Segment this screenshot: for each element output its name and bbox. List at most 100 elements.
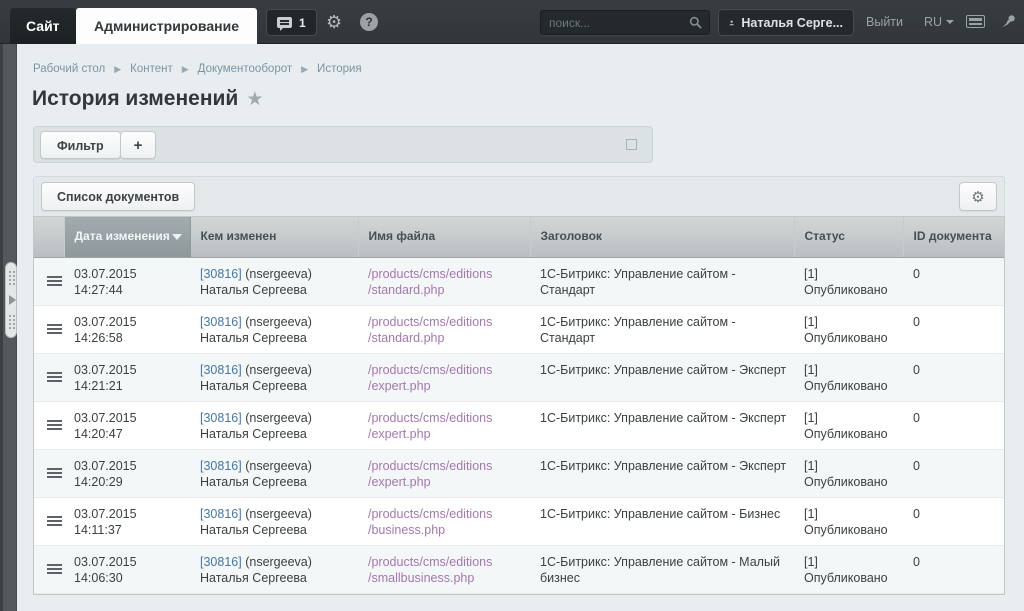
- user-id-link[interactable]: [30816]: [200, 315, 242, 329]
- help-icon[interactable]: [360, 13, 378, 31]
- settings-gear-icon[interactable]: [326, 13, 344, 31]
- sidebar-expand-handle[interactable]: [5, 262, 17, 338]
- title-cell: 1С-Битрикс: Управление сайтом - Эксперт: [530, 353, 794, 401]
- breadcrumb-history[interactable]: История: [317, 63, 362, 75]
- row-menu-cell: [34, 449, 64, 497]
- table-body: 03.07.201514:27:44 [30816] (nsergeeva) Н…: [34, 257, 1004, 593]
- hotkeys-icon[interactable]: [966, 15, 985, 28]
- row-menu-cell: [34, 497, 64, 545]
- notification-bubble-icon: [277, 17, 292, 28]
- logout-link[interactable]: Выйти: [866, 15, 903, 29]
- doc-id-cell: 0: [903, 257, 1004, 305]
- row-menu-cell: [34, 353, 64, 401]
- status-cell: [1] Опубликовано: [794, 449, 903, 497]
- doc-id-cell: 0: [903, 449, 1004, 497]
- page-title: История изменений: [32, 87, 263, 111]
- status-cell: [1] Опубликовано: [794, 305, 903, 353]
- filter-button[interactable]: Фильтр: [40, 131, 121, 159]
- row-actions-menu-icon[interactable]: [47, 516, 62, 518]
- file-link[interactable]: /products/cms/editions/business.php: [368, 506, 524, 539]
- breadcrumb-separator-icon: ▶: [182, 64, 189, 74]
- row-actions-menu-icon[interactable]: [47, 324, 62, 326]
- row-menu-cell: [34, 545, 64, 593]
- filter-bar: Фильтр +: [33, 126, 653, 163]
- user-cell: [30816] (nsergeeva) Наталья Сергеева: [190, 497, 358, 545]
- header-date-sorted[interactable]: Дата изменения: [64, 217, 190, 257]
- notification-count: 1: [299, 16, 306, 30]
- date-cell: 03.07.201514:26:58: [64, 305, 190, 353]
- file-cell: /products/cms/editions/standard.php: [358, 305, 530, 353]
- breadcrumb-separator-icon: ▶: [301, 64, 308, 74]
- pin-icon[interactable]: [1001, 13, 1017, 34]
- title-cell: 1С-Битрикс: Управление сайтом - Эксперт: [530, 449, 794, 497]
- user-cell: [30816] (nsergeeva) Наталья Сергеева: [190, 401, 358, 449]
- file-link[interactable]: /products/cms/editions/expert.php: [368, 410, 524, 443]
- breadcrumb-desktop[interactable]: Рабочий стол: [33, 63, 105, 75]
- search-box: [540, 10, 710, 35]
- breadcrumb-content[interactable]: Контент: [130, 63, 173, 75]
- file-link[interactable]: /products/cms/editions/standard.php: [368, 314, 524, 347]
- user-cell: [30816] (nsergeeva) Наталья Сергеева: [190, 305, 358, 353]
- row-menu-cell: [34, 401, 64, 449]
- title-cell: 1С-Битрикс: Управление сайтом - Малый би…: [530, 545, 794, 593]
- table-row: 03.07.201514:11:37 [30816] (nsergeeva) Н…: [34, 497, 1004, 545]
- user-id-link[interactable]: [30816]: [200, 555, 242, 569]
- file-link[interactable]: /products/cms/editions/smallbusiness.php: [368, 554, 524, 587]
- header-menu-column: [34, 217, 64, 257]
- status-cell: [1] Опубликовано: [794, 257, 903, 305]
- user-id-link[interactable]: [30816]: [200, 507, 242, 521]
- list-toolbar: Список документов: [33, 176, 1005, 216]
- status-cell: [1] Опубликовано: [794, 401, 903, 449]
- header-doc-id[interactable]: ID документа: [903, 217, 1004, 257]
- add-filter-button[interactable]: +: [120, 131, 156, 159]
- collapsed-sidebar-rail[interactable]: [0, 44, 17, 611]
- file-link[interactable]: /products/cms/editions/standard.php: [368, 266, 524, 299]
- file-link[interactable]: /products/cms/editions/expert.php: [368, 458, 524, 491]
- favorite-star-icon[interactable]: [246, 89, 263, 110]
- grid-settings-button[interactable]: [959, 182, 997, 211]
- file-cell: /products/cms/editions/expert.php: [358, 353, 530, 401]
- title-cell: 1С-Битрикс: Управление сайтом - Стандарт: [530, 305, 794, 353]
- title-cell: 1С-Битрикс: Управление сайтом - Эксперт: [530, 401, 794, 449]
- table-row: 03.07.201514:06:30 [30816] (nsergeeva) Н…: [34, 545, 1004, 593]
- row-actions-menu-icon[interactable]: [47, 564, 62, 566]
- doc-id-cell: 0: [903, 401, 1004, 449]
- header-status[interactable]: Статус: [794, 217, 903, 257]
- row-actions-menu-icon[interactable]: [47, 372, 62, 374]
- user-id-link[interactable]: [30816]: [200, 411, 242, 425]
- user-menu-button[interactable]: Наталья Серге...: [718, 9, 854, 36]
- user-icon: [729, 17, 734, 29]
- header-filename[interactable]: Имя файла: [358, 217, 530, 257]
- header-title[interactable]: Заголовок: [530, 217, 794, 257]
- search-icon[interactable]: [689, 16, 702, 34]
- file-link[interactable]: /products/cms/editions/expert.php: [368, 362, 524, 395]
- user-id-link[interactable]: [30816]: [200, 267, 242, 281]
- user-cell: [30816] (nsergeeva) Наталья Сергеева: [190, 257, 358, 305]
- tab-administration[interactable]: Администрирование: [76, 8, 257, 44]
- language-selector[interactable]: RU: [924, 15, 954, 29]
- breadcrumb-separator-icon: ▶: [114, 64, 121, 74]
- doc-id-cell: 0: [903, 353, 1004, 401]
- file-cell: /products/cms/editions/standard.php: [358, 257, 530, 305]
- user-id-link[interactable]: [30816]: [200, 363, 242, 377]
- user-name: Наталья Серге...: [741, 16, 843, 30]
- tab-site[interactable]: Сайт: [10, 8, 76, 44]
- user-id-link[interactable]: [30816]: [200, 459, 242, 473]
- notifications-button[interactable]: 1: [266, 9, 317, 36]
- file-cell: /products/cms/editions/expert.php: [358, 449, 530, 497]
- file-cell: /products/cms/editions/expert.php: [358, 401, 530, 449]
- date-cell: 03.07.201514:20:47: [64, 401, 190, 449]
- breadcrumb-workflow[interactable]: Документооборот: [198, 63, 292, 75]
- drag-dots-icon: [8, 270, 15, 286]
- drag-dots-icon: [8, 314, 15, 330]
- date-cell: 03.07.201514:11:37: [64, 497, 190, 545]
- header-modified-by[interactable]: Кем изменен: [190, 217, 358, 257]
- user-cell: [30816] (nsergeeva) Наталья Сергеева: [190, 353, 358, 401]
- search-input[interactable]: [549, 12, 684, 33]
- row-actions-menu-icon[interactable]: [47, 276, 62, 278]
- document-list-tab[interactable]: Список документов: [41, 182, 195, 211]
- row-actions-menu-icon[interactable]: [47, 468, 62, 470]
- row-actions-menu-icon[interactable]: [47, 420, 62, 422]
- filter-collapse-icon[interactable]: [626, 139, 637, 150]
- doc-id-cell: 0: [903, 305, 1004, 353]
